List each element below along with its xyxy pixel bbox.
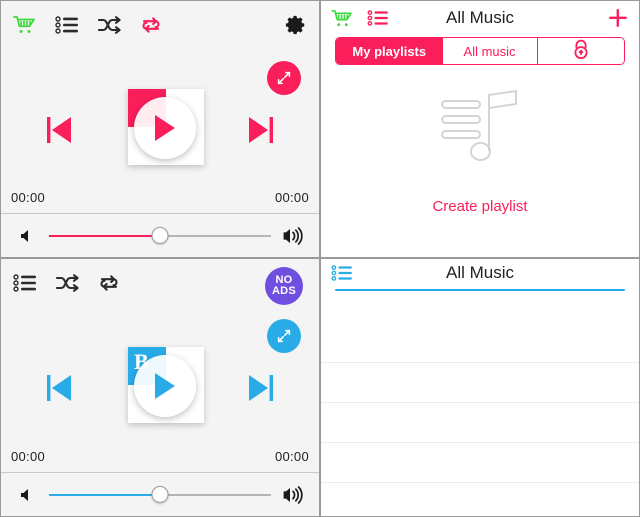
time-elapsed: 00:00 [11, 190, 46, 205]
segment-label: My playlists [352, 43, 427, 59]
play-button[interactable] [134, 97, 196, 159]
playlist-icon[interactable] [331, 259, 367, 287]
add-button[interactable] [607, 7, 629, 29]
previous-button[interactable] [45, 371, 75, 410]
panel-library-blue: All Music My playlists All music [320, 258, 640, 517]
list-item[interactable] [321, 323, 639, 363]
create-playlist-button[interactable]: Create playlist [432, 198, 527, 215]
shuffle-icon[interactable] [97, 11, 139, 39]
expand-button[interactable] [267, 319, 301, 353]
segment-label: All music [463, 43, 516, 59]
segment-my-playlists[interactable]: My playlists [336, 38, 443, 64]
panel-library-pink: All Music My playlists All music Create … [320, 0, 640, 258]
panel-player-blue: NO ADS B 00:00 00:00 [0, 258, 320, 517]
volume-bar-pink [1, 213, 319, 257]
player-pink: 00:00 00:00 [1, 1, 319, 257]
volume-track-fill [49, 234, 160, 237]
volume-max-icon[interactable] [281, 485, 305, 504]
playlist-icon[interactable] [55, 11, 97, 39]
library-pink-header: All Music [321, 1, 639, 35]
time-row-blue: 00:00 00:00 [1, 449, 319, 464]
segment-all-music[interactable]: All music [442, 38, 538, 64]
empty-state-pink: Create playlist [321, 65, 639, 257]
library-blue: All Music My playlists All music [321, 259, 639, 516]
segmented-control-pink: My playlists All music [335, 37, 625, 65]
screenshot-root: 00:00 00:00 All Music My playlists All m… [0, 0, 640, 517]
volume-knob[interactable] [151, 227, 169, 244]
panel-player-pink: 00:00 00:00 [0, 0, 320, 258]
volume-max-icon[interactable] [281, 226, 305, 245]
no-ads-line2: ADS [271, 285, 297, 297]
shuffle-icon[interactable] [55, 269, 97, 297]
time-total: 00:00 [274, 190, 309, 205]
list-item[interactable] [321, 363, 639, 403]
player-pink-body: 00:00 00:00 [1, 1, 319, 213]
page-title: All Music [445, 263, 514, 282]
track-list[interactable] [321, 291, 639, 516]
mute-icon[interactable] [15, 487, 39, 503]
time-total: 00:00 [274, 449, 309, 464]
volume-slider[interactable] [49, 484, 271, 506]
settings-icon[interactable] [265, 11, 307, 39]
volume-track-fill [49, 493, 160, 496]
volume-bar-blue [1, 472, 319, 516]
next-button[interactable] [245, 113, 275, 152]
library-blue-header: All Music [321, 259, 639, 287]
album-art-pink [116, 85, 204, 185]
no-ads-badge[interactable]: NO ADS [265, 267, 303, 305]
library-pink: All Music My playlists All music Create … [321, 1, 639, 257]
list-item[interactable] [321, 443, 639, 483]
playlist-icon[interactable] [13, 269, 55, 297]
segment-locked[interactable] [537, 38, 624, 64]
cart-icon[interactable] [331, 4, 367, 32]
cart-icon[interactable] [13, 11, 55, 39]
list-item[interactable] [321, 483, 639, 516]
repeat-icon[interactable] [139, 11, 181, 39]
time-row-pink: 00:00 00:00 [1, 190, 319, 205]
playlist-icon[interactable] [367, 4, 403, 32]
lock-icon [570, 38, 592, 64]
player-blue: NO ADS B 00:00 00:00 [1, 259, 319, 516]
album-art-blue: B [116, 343, 204, 443]
player-pink-toolbar [1, 10, 319, 40]
expand-button[interactable] [267, 61, 301, 95]
mute-icon[interactable] [15, 228, 39, 244]
next-button[interactable] [245, 371, 275, 410]
time-elapsed: 00:00 [11, 449, 46, 464]
volume-knob[interactable] [151, 486, 169, 503]
previous-button[interactable] [45, 113, 75, 152]
playlist-note-icon [437, 89, 523, 176]
list-item[interactable] [321, 403, 639, 443]
repeat-icon[interactable] [97, 269, 139, 297]
play-button[interactable] [134, 355, 196, 417]
player-blue-body: NO ADS B 00:00 00:00 [1, 259, 319, 472]
volume-slider[interactable] [49, 225, 271, 247]
